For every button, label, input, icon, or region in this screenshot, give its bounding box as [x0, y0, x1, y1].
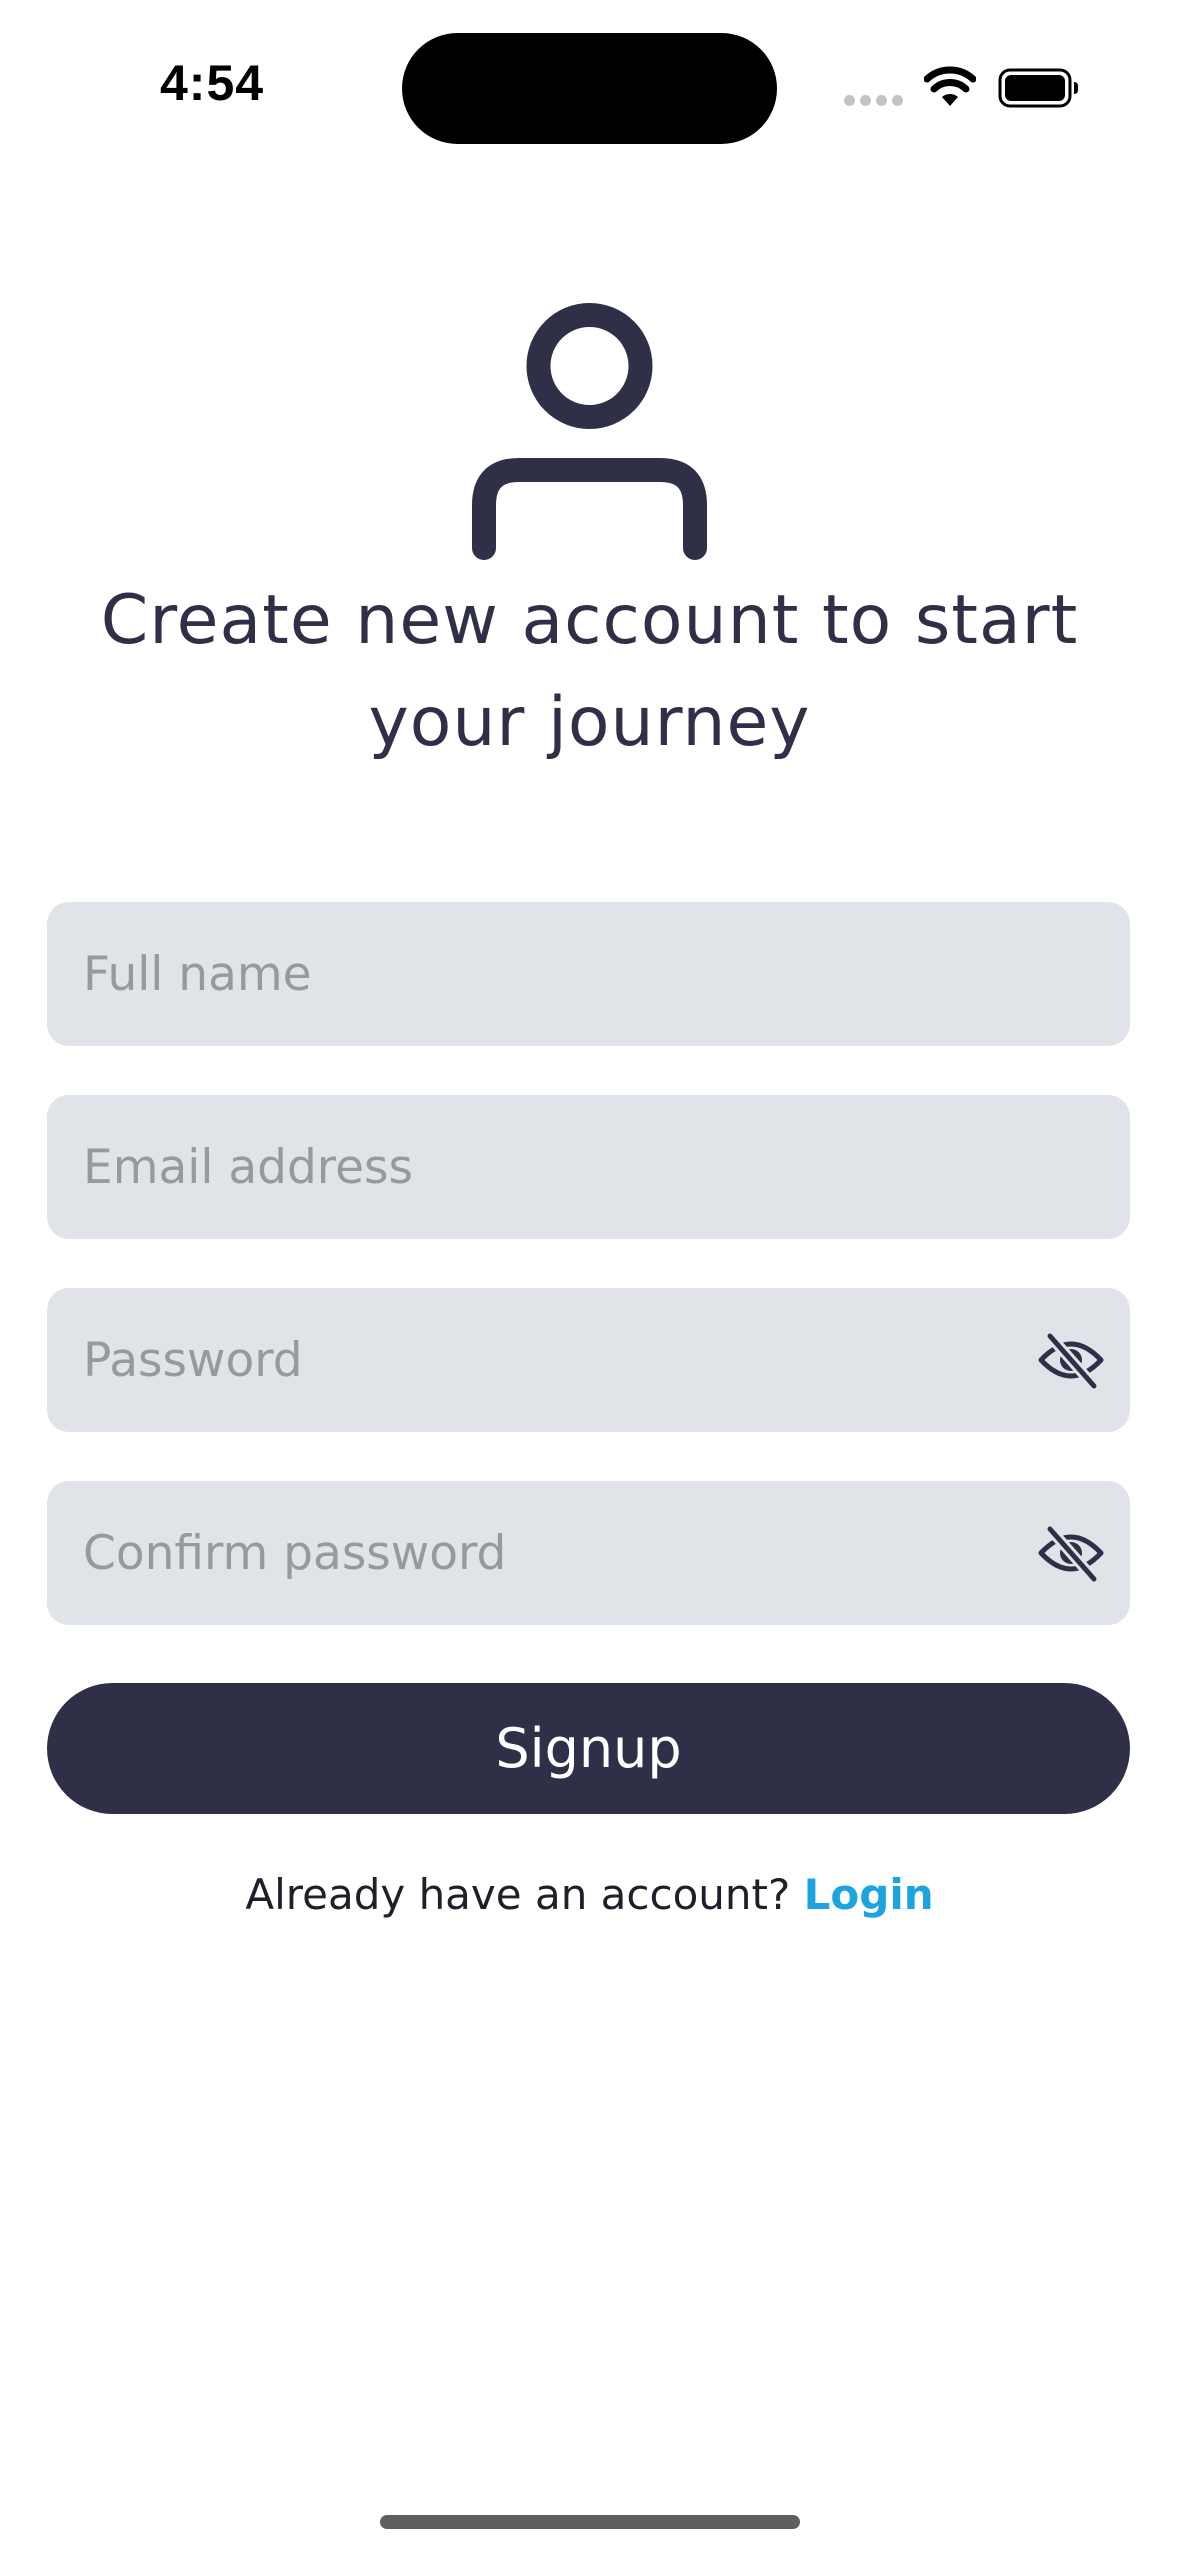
signup-button[interactable]: Signup [47, 1683, 1130, 1814]
password-field-container [47, 1288, 1130, 1432]
login-prompt: Already have an account? Login [0, 1870, 1179, 1919]
dynamic-island [402, 33, 777, 144]
login-prompt-text: Already have an account? [245, 1870, 804, 1919]
home-indicator[interactable] [380, 2515, 800, 2529]
battery-icon [998, 68, 1078, 108]
status-time: 4:54 [160, 55, 265, 111]
email-field-container [47, 1095, 1130, 1239]
confirm-password-input[interactable] [47, 1481, 1130, 1625]
page-title: Create new account to start your journey [100, 581, 1079, 762]
user-icon [472, 303, 707, 560]
full-name-input[interactable] [47, 902, 1130, 1046]
eye-off-icon[interactable] [1038, 1328, 1104, 1392]
eye-off-icon[interactable] [1038, 1521, 1104, 1585]
wifi-icon [924, 66, 976, 106]
cellular-signal-icon [844, 95, 904, 107]
status-bar: 4:54 [0, 0, 1179, 150]
email-input[interactable] [47, 1095, 1130, 1239]
confirm-password-field-container [47, 1481, 1130, 1625]
full-name-field-container [47, 902, 1130, 1046]
login-link[interactable]: Login [804, 1870, 934, 1919]
password-input[interactable] [47, 1288, 1130, 1432]
